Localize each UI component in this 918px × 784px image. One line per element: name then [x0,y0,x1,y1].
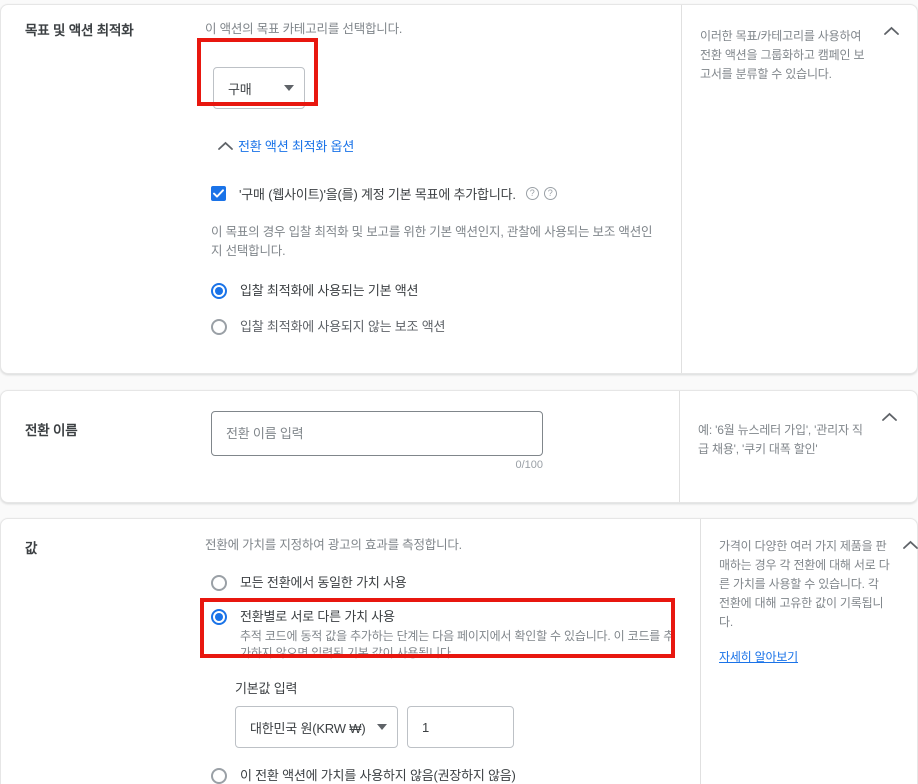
name-card-label-column: 전환 이름 [1,391,201,502]
secondary-action-radio-row[interactable]: 입찰 최적화에 사용되지 않는 보조 액션 [211,318,663,335]
primary-action-radio-label: 입찰 최적화에 사용되는 기본 액션 [240,282,419,298]
primary-action-radio[interactable] [211,282,227,299]
same-value-radio-row[interactable]: 모든 전환에서 동일한 가치 사용 [211,575,682,591]
add-to-account-goal-label: '구매 (웹사이트)'을(를) 계정 기본 목표에 추가합니다. [239,186,516,202]
different-value-radio-label: 전환별로 서로 다른 가치 사용 [240,609,395,624]
chevron-up-icon [902,540,918,549]
name-help-text: 예: '6월 뉴스레터 가입', '관리자 직급 채용', '쿠키 대폭 할인' [698,423,863,456]
page-title-goal: 목표 및 액션 최적화 [25,23,134,38]
goal-description: 이 액션의 목표 카테고리를 선택합니다. [205,22,403,36]
primary-action-radio-row[interactable]: 입찰 최적화에 사용되는 기본 액션 [211,282,663,299]
no-value-radio[interactable] [211,768,227,784]
goal-category-select-value: 구매 [228,81,252,97]
name-card-help-column: 예: '6월 뉴스레터 가입', '관리자 직급 채용', '쿠키 대폭 할인' [679,391,917,502]
default-value-input[interactable] [407,706,514,748]
name-card-collapse-button[interactable] [875,403,903,431]
chevron-up-icon [218,141,233,150]
goal-card-help-column: 이러한 목표/카테고리를 사용하여 전환 액션을 그룹화하고 캠페인 보고서를 … [681,5,918,373]
currency-select[interactable]: 대한민국 원(KRW ₩) [235,706,398,748]
goal-category-select[interactable]: 구매 [213,67,305,109]
same-value-radio[interactable] [211,575,227,591]
value-card-help-column: 가격이 다양한 여러 가지 제품을 판매하는 경우 각 전환에 대해 서로 다른… [700,519,918,784]
chevron-down-icon [377,724,388,730]
chevron-down-icon [284,85,294,91]
add-to-account-goal-checkbox[interactable] [211,185,226,201]
secondary-action-radio-label: 입찰 최적화에 사용되지 않는 보조 액션 [240,318,446,334]
check-icon [213,188,224,198]
different-value-radio-row[interactable]: 전환별로 서로 다른 가치 사용 추적 코드에 동적 값을 추가하는 단계는 다… [211,609,682,662]
help-icon-secondary[interactable]: ? [543,186,557,200]
name-card-main-column: 0/100 [201,391,679,502]
value-description: 전환에 가치를 지정하여 광고의 효과를 측정합니다. [205,538,462,552]
goal-help-text: 이러한 목표/카테고리를 사용하여 전환 액션을 그룹화하고 캠페인 보고서를 … [700,29,865,81]
goal-optimization-card: 목표 및 액션 최적화 이 액션의 목표 카테고리를 선택합니다. 구매 전환 … [0,4,918,374]
chevron-up-icon [883,26,899,35]
goal-card-label-column: 목표 및 액션 최적화 [1,5,201,373]
value-help-text: 가격이 다양한 여러 가지 제품을 판매하는 경우 각 전환에 대해 서로 다른… [719,539,890,629]
conversion-name-input[interactable] [211,411,543,456]
optimization-options-expander[interactable]: 전환 액션 최적화 옵션 [217,136,354,155]
different-value-radio-description: 추적 코드에 동적 값을 추가하는 단계는 다음 페이지에서 확인할 수 있습니… [240,629,675,660]
value-card-collapse-button[interactable] [896,531,918,559]
goal-card-main-column: 이 액션의 목표 카테고리를 선택합니다. 구매 전환 액션 최적화 옵션 '구… [201,5,681,373]
default-value-label: 기본값 입력 [235,681,298,696]
chevron-up-icon [881,412,897,421]
conversion-setup-page: 목표 및 액션 최적화 이 액션의 목표 카테고리를 선택합니다. 구매 전환 … [0,0,918,784]
conversion-name-card: 전환 이름 0/100 예: '6월 뉴스레터 가입', '관리자 직급 채용'… [0,390,918,503]
page-title-name: 전환 이름 [25,423,78,438]
value-card-main-column: 전환에 가치를 지정하여 광고의 효과를 측정합니다. 모든 전환에서 동일한 … [201,519,700,784]
secondary-action-radio[interactable] [211,318,227,335]
different-value-radio[interactable] [211,609,227,625]
same-value-radio-label: 모든 전환에서 동일한 가치 사용 [240,575,407,590]
no-value-radio-row[interactable]: 이 전환 액션에 가치를 사용하지 않음(권장하지 않음) [211,768,682,784]
no-value-radio-label: 이 전환 액션에 가치를 사용하지 않음(권장하지 않음) [240,768,516,783]
learn-more-link[interactable]: 자세히 알아보기 [719,648,798,665]
currency-select-value: 대한민국 원(KRW ₩) [250,720,366,736]
goal-sub-description: 이 목표의 경우 입찰 최적화 및 보고를 위한 기본 액션인지, 관찰에 사용… [211,224,653,258]
optimization-options-expander-label: 전환 액션 최적화 옵션 [238,139,355,154]
conversion-name-counter: 0/100 [515,459,543,471]
goal-card-collapse-button[interactable] [877,17,905,45]
page-title-value: 값 [25,541,38,556]
help-icon-primary[interactable]: ? [525,186,539,200]
value-card: 값 전환에 가치를 지정하여 광고의 효과를 측정합니다. 모든 전환에서 동일… [0,518,918,784]
value-card-label-column: 값 [1,519,201,784]
